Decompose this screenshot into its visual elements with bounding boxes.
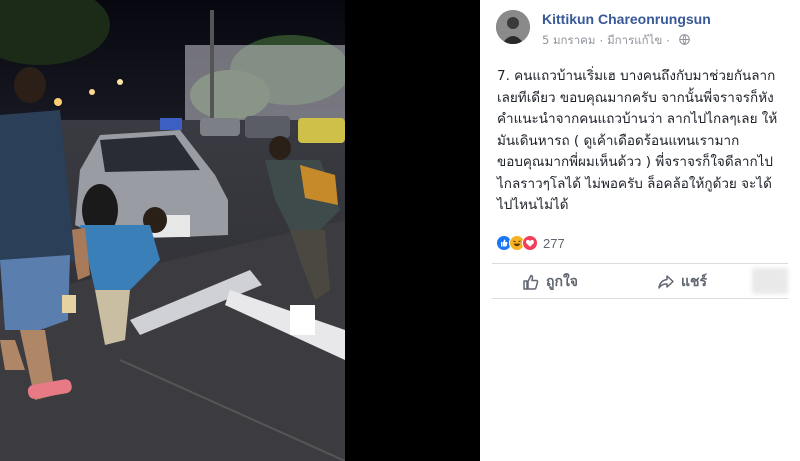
globe-icon <box>679 34 690 48</box>
blurred-element <box>752 268 788 294</box>
share-icon <box>658 275 674 289</box>
reaction-count[interactable]: 277 <box>543 236 565 251</box>
reactions-summary[interactable]: 277 <box>496 235 565 251</box>
post-date[interactable]: 5 มกราคม <box>542 32 595 50</box>
post-sidebar: Kittikun Chareonrungsun 5 มกราคม · มีการ… <box>480 0 800 461</box>
thumbs-up-icon <box>523 274 539 290</box>
photo-pane <box>0 0 480 461</box>
post-photo[interactable] <box>0 0 345 461</box>
meta-separator: · <box>599 34 604 48</box>
like-label: ถูกใจ <box>546 274 578 290</box>
like-button[interactable]: ถูกใจ <box>522 271 578 293</box>
avatar[interactable] <box>496 10 530 44</box>
reaction-icons <box>496 235 538 251</box>
share-button[interactable]: แชร์ <box>657 271 707 293</box>
share-label: แชร์ <box>681 274 708 290</box>
action-bar: ถูกใจ แชร์ <box>492 263 788 297</box>
love-icon <box>522 235 538 251</box>
edited-label[interactable]: มีการแก้ไข <box>607 32 662 50</box>
author-block: Kittikun Chareonrungsun 5 มกราคม · มีการ… <box>542 10 711 50</box>
post-text: 7. คนแถวบ้านเริ่มเฮ บางคนถึงกับมาช่วยกัน… <box>497 68 778 213</box>
divider-bottom <box>492 298 788 299</box>
meta-separator-2: · <box>666 34 670 48</box>
author-name[interactable]: Kittikun Chareonrungsun <box>542 11 711 27</box>
post-meta: 5 มกราคม · มีการแก้ไข · <box>542 32 711 50</box>
post-header: Kittikun Chareonrungsun 5 มกราคม · มีการ… <box>496 10 711 50</box>
photo-viewer: Kittikun Chareonrungsun 5 มกราคม · มีการ… <box>0 0 800 461</box>
